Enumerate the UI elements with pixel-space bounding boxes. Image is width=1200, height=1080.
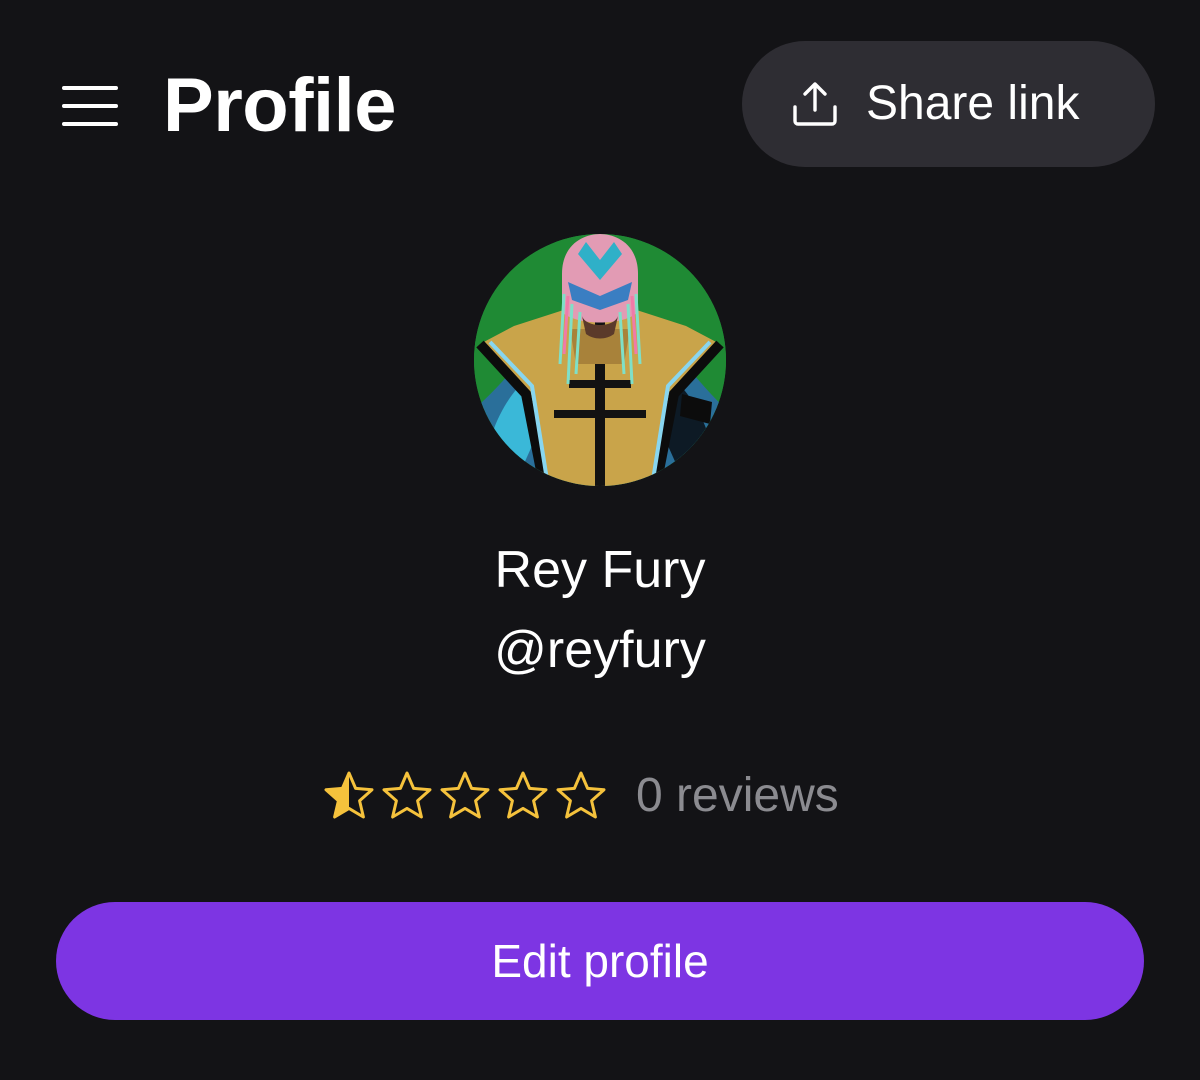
edit-profile-label: Edit profile	[491, 935, 709, 987]
share-link-label: Share link	[866, 77, 1080, 130]
star-icon	[556, 771, 606, 819]
rating-row: 0 reviews	[322, 764, 839, 828]
username: @reyfury	[494, 621, 706, 679]
page-title: Profile	[163, 63, 397, 148]
star-icon	[324, 771, 374, 819]
star-icon	[440, 771, 490, 819]
menu-button[interactable]	[60, 80, 124, 132]
share-link-button[interactable]: Share link	[742, 41, 1155, 167]
review-count[interactable]: 0 reviews	[636, 772, 839, 820]
star-icon	[498, 771, 548, 819]
star-icon	[382, 771, 432, 819]
display-name: Rey Fury	[494, 541, 706, 599]
hamburger-menu-icon-line	[62, 104, 118, 108]
hamburger-menu-icon-line	[62, 86, 118, 90]
edit-profile-button[interactable]: Edit profile	[56, 902, 1144, 1020]
star-rating	[322, 769, 608, 823]
hamburger-menu-icon-line	[62, 122, 118, 126]
avatar[interactable]	[474, 234, 726, 486]
share-upload-icon	[790, 79, 840, 129]
